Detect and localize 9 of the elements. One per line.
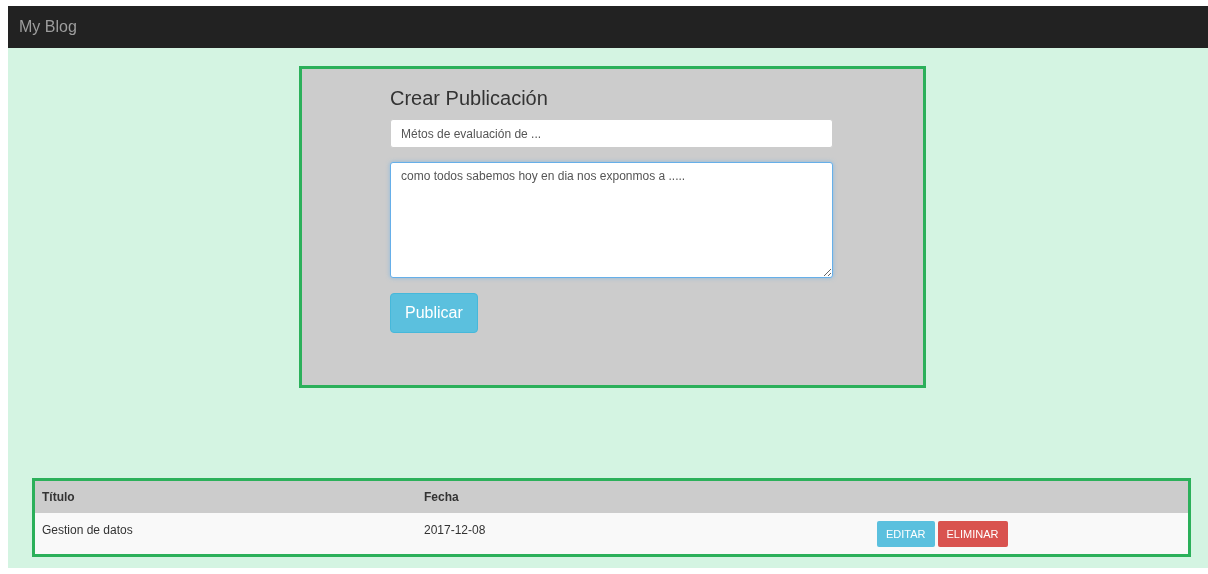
form-heading: Crear Publicación [390,87,548,110]
table-cell-text: 2017-12-08 [424,522,487,537]
table-cell-text: Gestion de datos [41,522,134,537]
title-input[interactable]: Métos de evaluación de ... [390,119,833,148]
column-header: Título [41,490,76,504]
delete-button[interactable]: ELIMINAR [937,520,1008,547]
body-textarea[interactable]: como todos sabemos hoy en dia nos exponmos a ..... [390,162,833,278]
column-header: Fecha [424,490,460,504]
brand-link[interactable]: My Blog [19,18,77,36]
